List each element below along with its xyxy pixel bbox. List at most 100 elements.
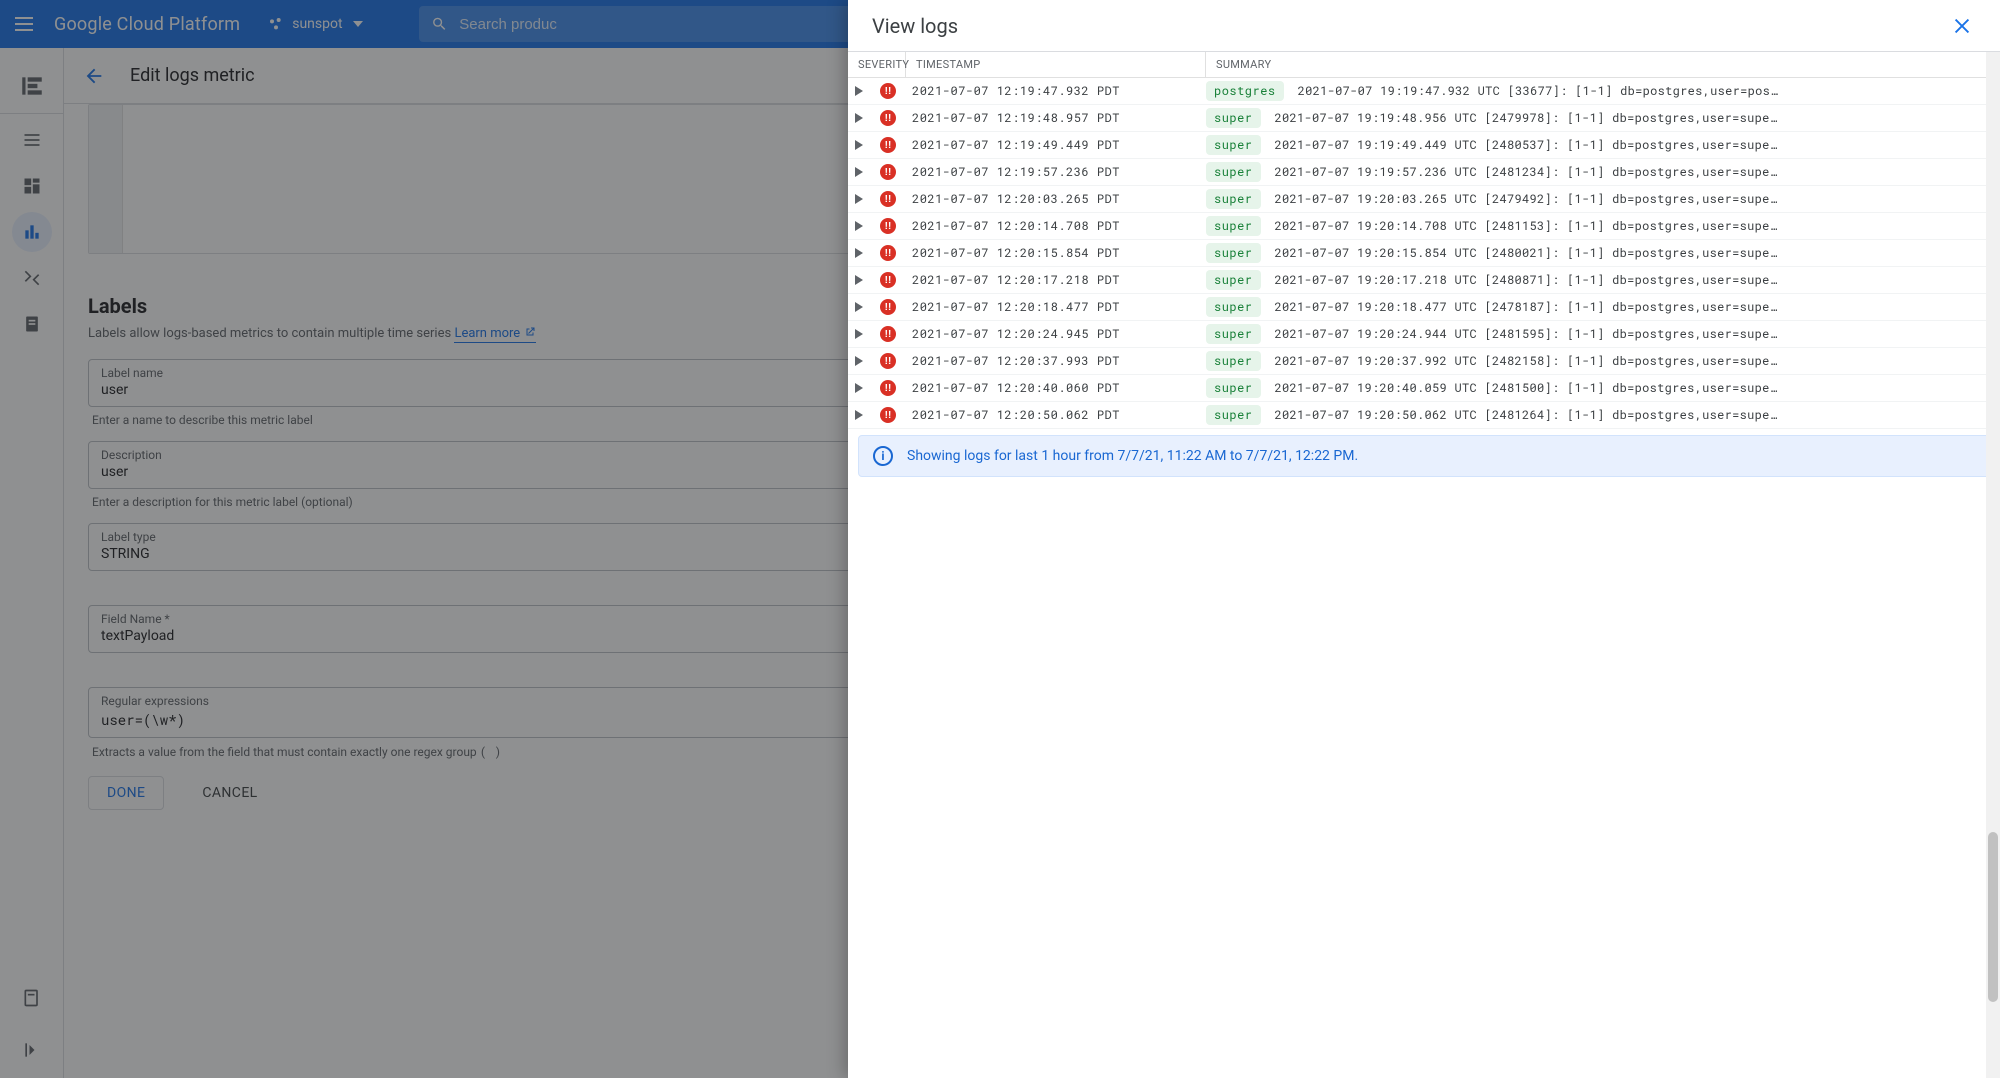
timestamp-cell: 2021-07-07 12:19:57.236 PDT — [906, 164, 1206, 180]
label-chip: postgres — [1206, 81, 1284, 101]
timestamp-cell: 2021-07-07 12:20:03.265 PDT — [906, 191, 1206, 207]
severity-cell: !! — [870, 272, 906, 288]
error-severity-icon: !! — [880, 110, 896, 126]
expand-toggle[interactable] — [848, 113, 870, 123]
log-text: 2021-07-07 19:19:57.236 UTC [2481234]: [… — [1275, 164, 1778, 180]
timestamp-cell: 2021-07-07 12:19:49.449 PDT — [906, 137, 1206, 153]
col-severity: SEVERITY — [848, 52, 906, 77]
summary-cell: super 2021-07-07 19:20:15.854 UTC [248002… — [1206, 243, 2000, 263]
drawer-scroll-thumb[interactable] — [1988, 832, 1998, 1002]
log-row[interactable]: !!2021-07-07 12:20:17.218 PDTsuper2021-0… — [848, 267, 2000, 294]
log-row[interactable]: !!2021-07-07 12:20:24.945 PDTsuper2021-0… — [848, 321, 2000, 348]
chevron-right-icon — [855, 167, 863, 177]
expand-toggle[interactable] — [848, 329, 870, 339]
label-chip: super — [1206, 297, 1261, 317]
expand-toggle[interactable] — [848, 194, 870, 204]
logs-drawer: View logs SEVERITY TIMESTAMP SUMMARY !!2… — [848, 0, 2000, 1078]
expand-toggle[interactable] — [848, 221, 870, 231]
expand-toggle[interactable] — [848, 86, 870, 96]
label-chip: super — [1206, 378, 1261, 398]
log-row[interactable]: !!2021-07-07 12:20:50.062 PDTsuper2021-0… — [848, 402, 2000, 429]
log-row[interactable]: !!2021-07-07 12:20:15.854 PDTsuper2021-0… — [848, 240, 2000, 267]
error-severity-icon: !! — [880, 272, 896, 288]
log-text: 2021-07-07 19:19:47.932 UTC [33677]: [1-… — [1298, 83, 1778, 99]
chevron-right-icon — [855, 383, 863, 393]
error-severity-icon: !! — [880, 218, 896, 234]
summary-cell: super 2021-07-07 19:19:57.236 UTC [248123… — [1206, 162, 2000, 182]
timestamp-cell: 2021-07-07 12:20:24.945 PDT — [906, 326, 1206, 342]
log-row[interactable]: !!2021-07-07 12:20:40.060 PDTsuper2021-0… — [848, 375, 2000, 402]
log-row[interactable]: !! 2021-07-07 12:19:47.932 PDTpostgres 202… — [848, 78, 2000, 105]
expand-toggle[interactable] — [848, 410, 870, 420]
col-summary: SUMMARY — [1206, 52, 2000, 77]
summary-cell: super2021-07-07 19:20:24.944 UTC [248159… — [1206, 324, 2000, 344]
log-row[interactable]: !! 2021-07-07 12:20:14.708 PDTsuper 2021-0… — [848, 213, 2000, 240]
summary-cell: super 2021-07-07 19:20:14.708 UTC [248115… — [1206, 216, 2000, 236]
log-rows-container: !! 2021-07-07 12:19:47.932 PDTpostgres 202… — [848, 78, 2000, 429]
error-severity-icon: !! — [880, 407, 896, 423]
chevron-right-icon — [855, 302, 863, 312]
log-text: 2021-07-07 19:20:17.218 UTC [2480871]: [… — [1275, 272, 1778, 288]
expand-toggle[interactable] — [848, 275, 870, 285]
log-text: 2021-07-07 19:20:18.477 UTC [2478187]: [… — [1275, 299, 1778, 315]
label-chip: super — [1206, 405, 1261, 425]
error-severity-icon: !! — [880, 137, 896, 153]
log-row[interactable]: !!2021-07-07 12:19:48.957 PDTsuper2021-0… — [848, 105, 2000, 132]
info-icon: i — [873, 446, 893, 466]
severity-cell: !! — [870, 164, 906, 180]
drawer-scrollbar[interactable] — [1986, 52, 2000, 1078]
expand-toggle[interactable] — [848, 383, 870, 393]
severity-cell: !! — [870, 137, 906, 153]
error-severity-icon: !! — [880, 353, 896, 369]
label-chip: super — [1206, 243, 1261, 263]
log-row[interactable]: !! 2021-07-07 12:19:57.236 PDTsuper 2021-0… — [848, 159, 2000, 186]
error-severity-icon: !! — [880, 83, 896, 99]
log-row[interactable]: !!2021-07-07 12:20:18.477 PDTsuper2021-0… — [848, 294, 2000, 321]
log-row[interactable]: !! 2021-07-07 12:20:03.265 PDTsuper2021-0… — [848, 186, 2000, 213]
timestamp-cell: 2021-07-07 12:20:37.993 PDT — [906, 353, 1206, 369]
log-row[interactable]: !!2021-07-07 12:20:37.993 PDTsuper2021-0… — [848, 348, 2000, 375]
error-severity-icon: !! — [880, 164, 896, 180]
error-severity-icon: !! — [880, 245, 896, 261]
severity-cell: !! — [870, 353, 906, 369]
summary-cell: super 2021-07-07 19:20:18.477 UTC [247818… — [1206, 297, 2000, 317]
error-severity-icon: !! — [880, 299, 896, 315]
label-chip: super — [1206, 162, 1261, 182]
log-text: 2021-07-07 19:20:24.944 UTC [2481595]: [… — [1275, 326, 1778, 342]
expand-toggle[interactable] — [848, 167, 870, 177]
summary-cell: postgres 2021-07-07 19:19:47.932 UTC [336… — [1206, 81, 2000, 101]
summary-cell: super2021-07-07 19:20:03.265 UTC [247949… — [1206, 189, 2000, 209]
expand-toggle[interactable] — [848, 356, 870, 366]
chevron-right-icon — [855, 248, 863, 258]
timestamp-cell: 2021-07-07 12:20:40.060 PDT — [906, 380, 1206, 396]
label-chip: super — [1206, 135, 1261, 155]
label-chip: super — [1206, 108, 1261, 128]
label-chip: super — [1206, 189, 1261, 209]
close-button[interactable] — [1944, 8, 1980, 44]
log-text: 2021-07-07 19:20:15.854 UTC [2480021]: [… — [1275, 245, 1778, 261]
log-text: 2021-07-07 19:20:50.062 UTC [2481264]: [… — [1275, 407, 1778, 423]
log-table-header: SEVERITY TIMESTAMP SUMMARY — [848, 52, 2000, 78]
close-icon — [1951, 15, 1973, 37]
expand-toggle[interactable] — [848, 140, 870, 150]
chevron-right-icon — [855, 275, 863, 285]
log-text: 2021-07-07 19:20:37.992 UTC [2482158]: [… — [1275, 353, 1778, 369]
info-text: Showing logs for last 1 hour from 7/7/21… — [907, 448, 1358, 464]
error-severity-icon: !! — [880, 191, 896, 207]
expand-toggle[interactable] — [848, 248, 870, 258]
log-row[interactable]: !! 2021-07-07 12:19:49.449 PDTsuper2021-0… — [848, 132, 2000, 159]
info-bar: i Showing logs for last 1 hour from 7/7/… — [858, 435, 1990, 477]
severity-cell: !! — [870, 83, 906, 99]
summary-cell: super2021-07-07 19:19:49.449 UTC [248053… — [1206, 135, 2000, 155]
chevron-right-icon — [855, 113, 863, 123]
timestamp-cell: 2021-07-07 12:20:14.708 PDT — [906, 218, 1206, 234]
expand-toggle[interactable] — [848, 302, 870, 312]
timestamp-cell: 2021-07-07 12:19:47.932 PDT — [906, 83, 1206, 99]
severity-cell: !! — [870, 380, 906, 396]
chevron-right-icon — [855, 410, 863, 420]
log-text: 2021-07-07 19:20:14.708 UTC [2481153]: [… — [1275, 218, 1778, 234]
chevron-right-icon — [855, 140, 863, 150]
chevron-right-icon — [855, 221, 863, 231]
label-chip: super — [1206, 216, 1261, 236]
col-timestamp: TIMESTAMP — [906, 52, 1206, 77]
